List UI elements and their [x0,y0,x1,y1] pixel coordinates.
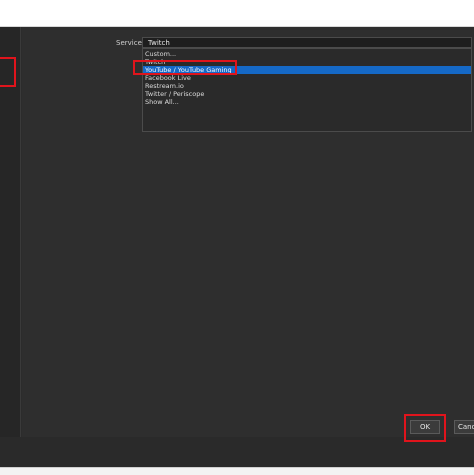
service-dropdown-value: Twitch [148,39,170,47]
service-label: Service [116,39,142,47]
settings-sidebar [0,27,21,437]
settings-window: Service Twitch Custom... Twitch YouTube … [0,27,474,467]
service-option-twitter-periscope[interactable]: Twitter / Periscope [143,90,471,98]
screenshot-frame: Service Twitch Custom... Twitch YouTube … [0,0,474,475]
cancel-button[interactable]: Cancel [454,420,474,434]
ok-button[interactable]: OK [410,420,440,434]
window-titlebar [0,0,474,27]
service-option-show-all[interactable]: Show All... [143,98,471,106]
youtube-option-callout [133,60,237,75]
service-option-custom[interactable]: Custom... [143,50,471,58]
service-dropdown[interactable]: Twitch [142,37,472,48]
sidebar-stream-callout [0,57,16,87]
dialog-button-bar [0,437,474,467]
service-option-facebook-live[interactable]: Facebook Live [143,74,471,82]
service-option-restream[interactable]: Restream.io [143,82,471,90]
